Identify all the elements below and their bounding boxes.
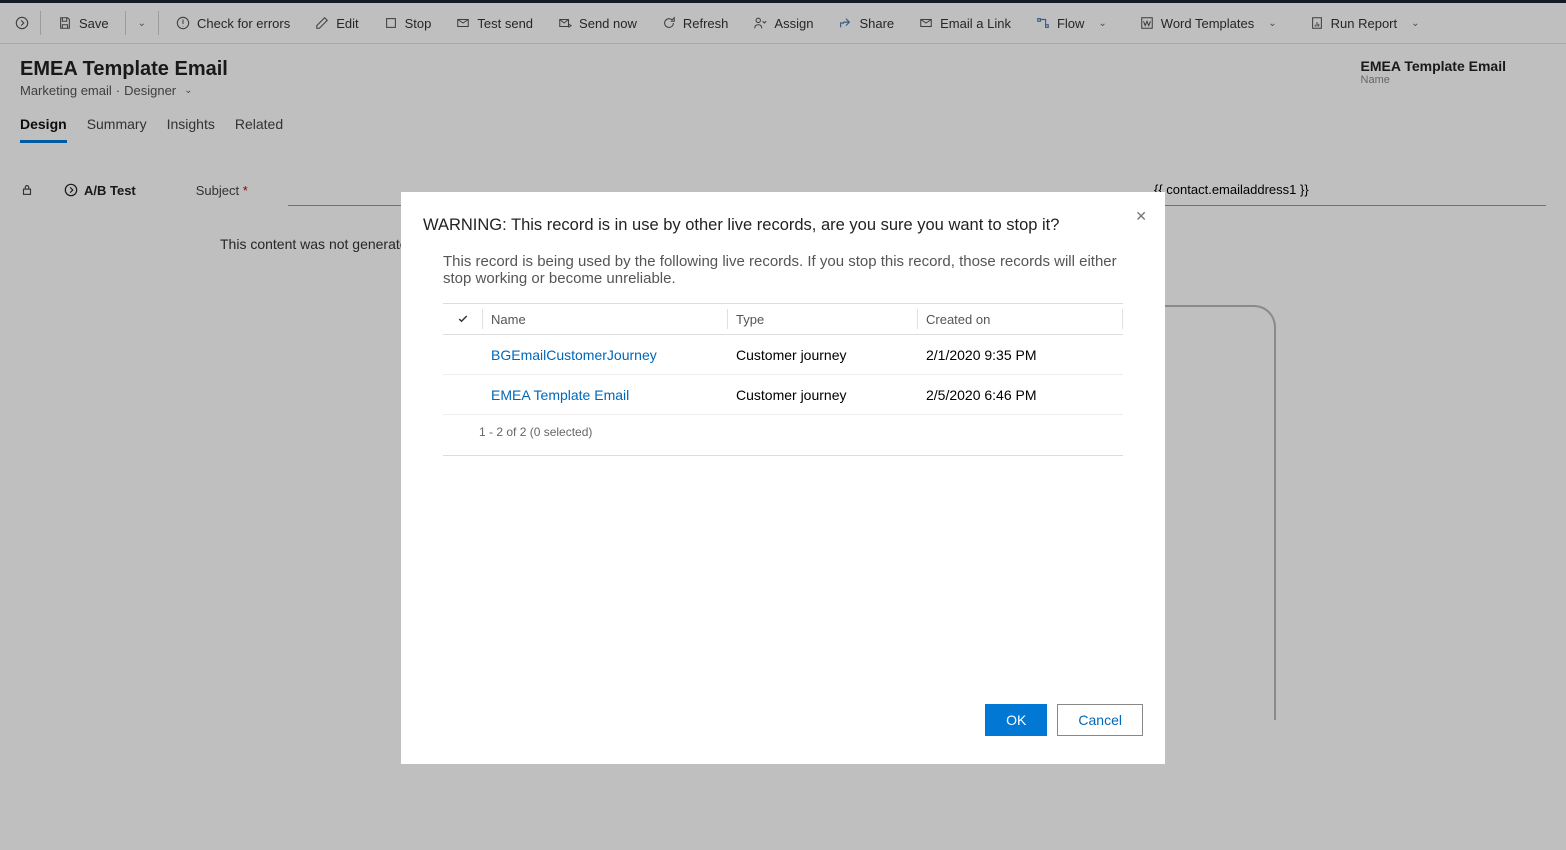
table-header: Name Type Created on (443, 303, 1123, 335)
row-type: Customer journey (728, 347, 918, 363)
dialog-description: This record is being used by the followi… (423, 253, 1143, 287)
cancel-button[interactable]: Cancel (1057, 704, 1143, 736)
modal-overlay: ✕ WARNING: This record is in use by othe… (0, 0, 1566, 850)
column-select[interactable] (443, 309, 483, 329)
row-created: 2/5/2020 6:46 PM (918, 387, 1123, 403)
row-type: Customer journey (728, 387, 918, 403)
row-created: 2/1/2020 9:35 PM (918, 347, 1123, 363)
table-footer: 1 - 2 of 2 (0 selected) (443, 415, 1123, 456)
column-created[interactable]: Created on (918, 309, 1123, 329)
dialog-table: Name Type Created on BGEmailCustomerJour… (443, 303, 1123, 456)
table-row[interactable]: BGEmailCustomerJourney Customer journey … (443, 335, 1123, 375)
column-name[interactable]: Name (483, 309, 728, 329)
dialog-close-button[interactable]: ✕ (1135, 208, 1147, 225)
row-name-link[interactable]: BGEmailCustomerJourney (483, 347, 728, 363)
ok-button[interactable]: OK (985, 704, 1047, 736)
dialog-actions: OK Cancel (423, 704, 1143, 740)
table-row[interactable]: EMEA Template Email Customer journey 2/5… (443, 375, 1123, 415)
warning-dialog: ✕ WARNING: This record is in use by othe… (401, 192, 1165, 764)
column-type[interactable]: Type (728, 309, 918, 329)
dialog-title: WARNING: This record is in use by other … (423, 216, 1143, 235)
row-name-link[interactable]: EMEA Template Email (483, 387, 728, 403)
close-icon: ✕ (1135, 208, 1147, 224)
